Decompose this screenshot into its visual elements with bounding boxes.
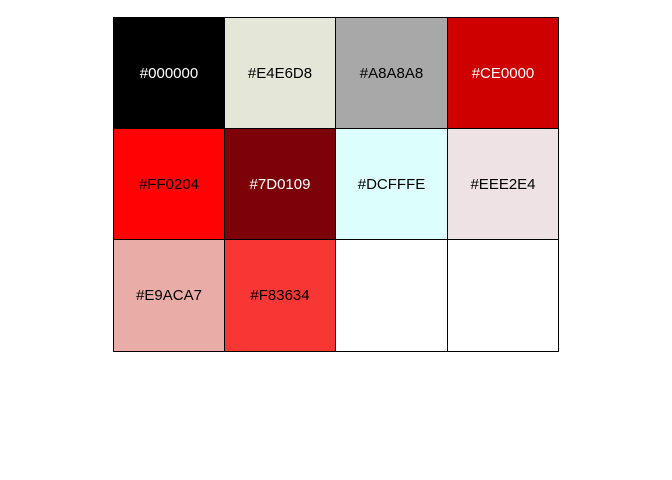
swatch-hex-label: #DCFFFE — [357, 175, 426, 193]
color-swatch-grid: #000000 #E4E6D8 #A8A8A8 #CE0000 #FF0204 #7D01… — [113, 17, 559, 352]
swatch-hex-label: #FF0204 — [138, 175, 200, 193]
color-swatch: #E4E6D8 — [225, 17, 336, 129]
swatch-hex-label: #E9ACA7 — [136, 287, 202, 304]
empty-swatch — [336, 240, 448, 352]
swatch-hex-label: #F83634 — [250, 287, 310, 304]
swatch-hex-label: #A8A8A8 — [359, 64, 424, 82]
empty-swatch — [448, 240, 559, 352]
swatch-hex-label: #EEE2E4 — [470, 175, 536, 193]
color-swatch: #CE0000 — [448, 17, 559, 129]
swatch-hex-label: #CE0000 — [471, 64, 535, 82]
color-swatch: #E9ACA7 — [113, 240, 225, 352]
color-swatch: #7D0109 — [225, 129, 336, 240]
color-swatch: #EEE2E4 — [448, 129, 559, 240]
swatch-hex-label: #000000 — [139, 64, 199, 82]
color-swatch: #000000 — [113, 17, 225, 129]
swatch-hex-label: #7D0109 — [249, 175, 311, 193]
color-swatch: #DCFFFE — [336, 129, 448, 240]
color-swatch: #A8A8A8 — [336, 17, 448, 129]
color-swatch: #FF0204 — [113, 129, 225, 240]
color-swatch: #F83634 — [225, 240, 336, 352]
swatch-hex-label: #E4E6D8 — [247, 64, 313, 82]
